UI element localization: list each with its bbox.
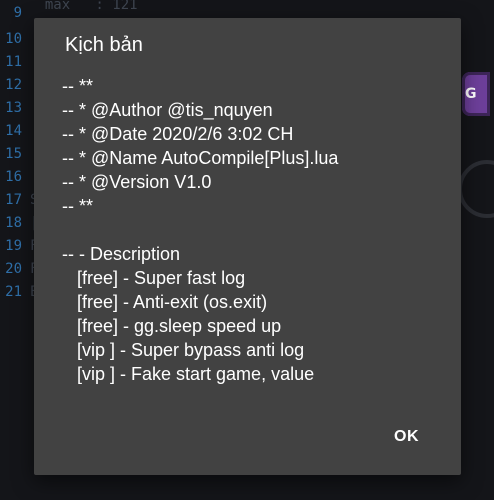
line-number: 18 [5, 215, 22, 231]
message-line: -- - Description [62, 244, 181, 264]
screen: max : 121 9 10 11 12 13 14 15 16 17 18 1… [0, 0, 494, 500]
ok-button[interactable]: OK [392, 424, 421, 450]
floating-app-icon[interactable]: G [462, 72, 490, 116]
line-number: 10 [5, 31, 22, 47]
line-number: 13 [5, 100, 22, 116]
line-number: 16 [5, 169, 22, 185]
line-number: 21 [5, 284, 22, 300]
dialog-message: -- ** -- * @Author @tis_nquyen -- * @Dat… [62, 74, 447, 386]
line-number: 15 [5, 146, 22, 162]
message-line: [free] - Anti-exit (os.exit) [62, 292, 268, 312]
message-line: -- * @Name AutoCompile[Plus].lua [62, 148, 339, 168]
line-number: 12 [5, 77, 22, 93]
line-number: 17 [5, 192, 22, 208]
script-dialog: Kịch bản -- ** -- * @Author @tis_nquyen … [34, 18, 461, 475]
message-line: -- * @Date 2020/2/6 3:02 CH [62, 124, 294, 144]
message-line: -- * @Author @tis_nquyen [62, 100, 273, 120]
message-line: [free] - Super fast log [62, 268, 246, 288]
message-line [62, 218, 447, 242]
line-number: 9 [13, 5, 22, 21]
line-number: 19 [5, 238, 22, 254]
message-line: [free] - gg.sleep speed up [62, 316, 282, 336]
app-icon-letter: G [465, 86, 477, 102]
line-number: 14 [5, 123, 22, 139]
line-number: 20 [5, 261, 22, 277]
message-line: -- * @Version V1.0 [62, 172, 212, 192]
line-number: 11 [5, 54, 22, 70]
message-line: -- ** [62, 76, 93, 96]
message-line: [vip ] - Fake start game, value [62, 364, 315, 384]
dialog-title: Kịch bản [65, 34, 143, 56]
message-line: -- ** [62, 196, 93, 216]
message-line: [vip ] - Super bypass anti log [62, 340, 305, 360]
code-line-top: max : 121 [28, 0, 138, 13]
